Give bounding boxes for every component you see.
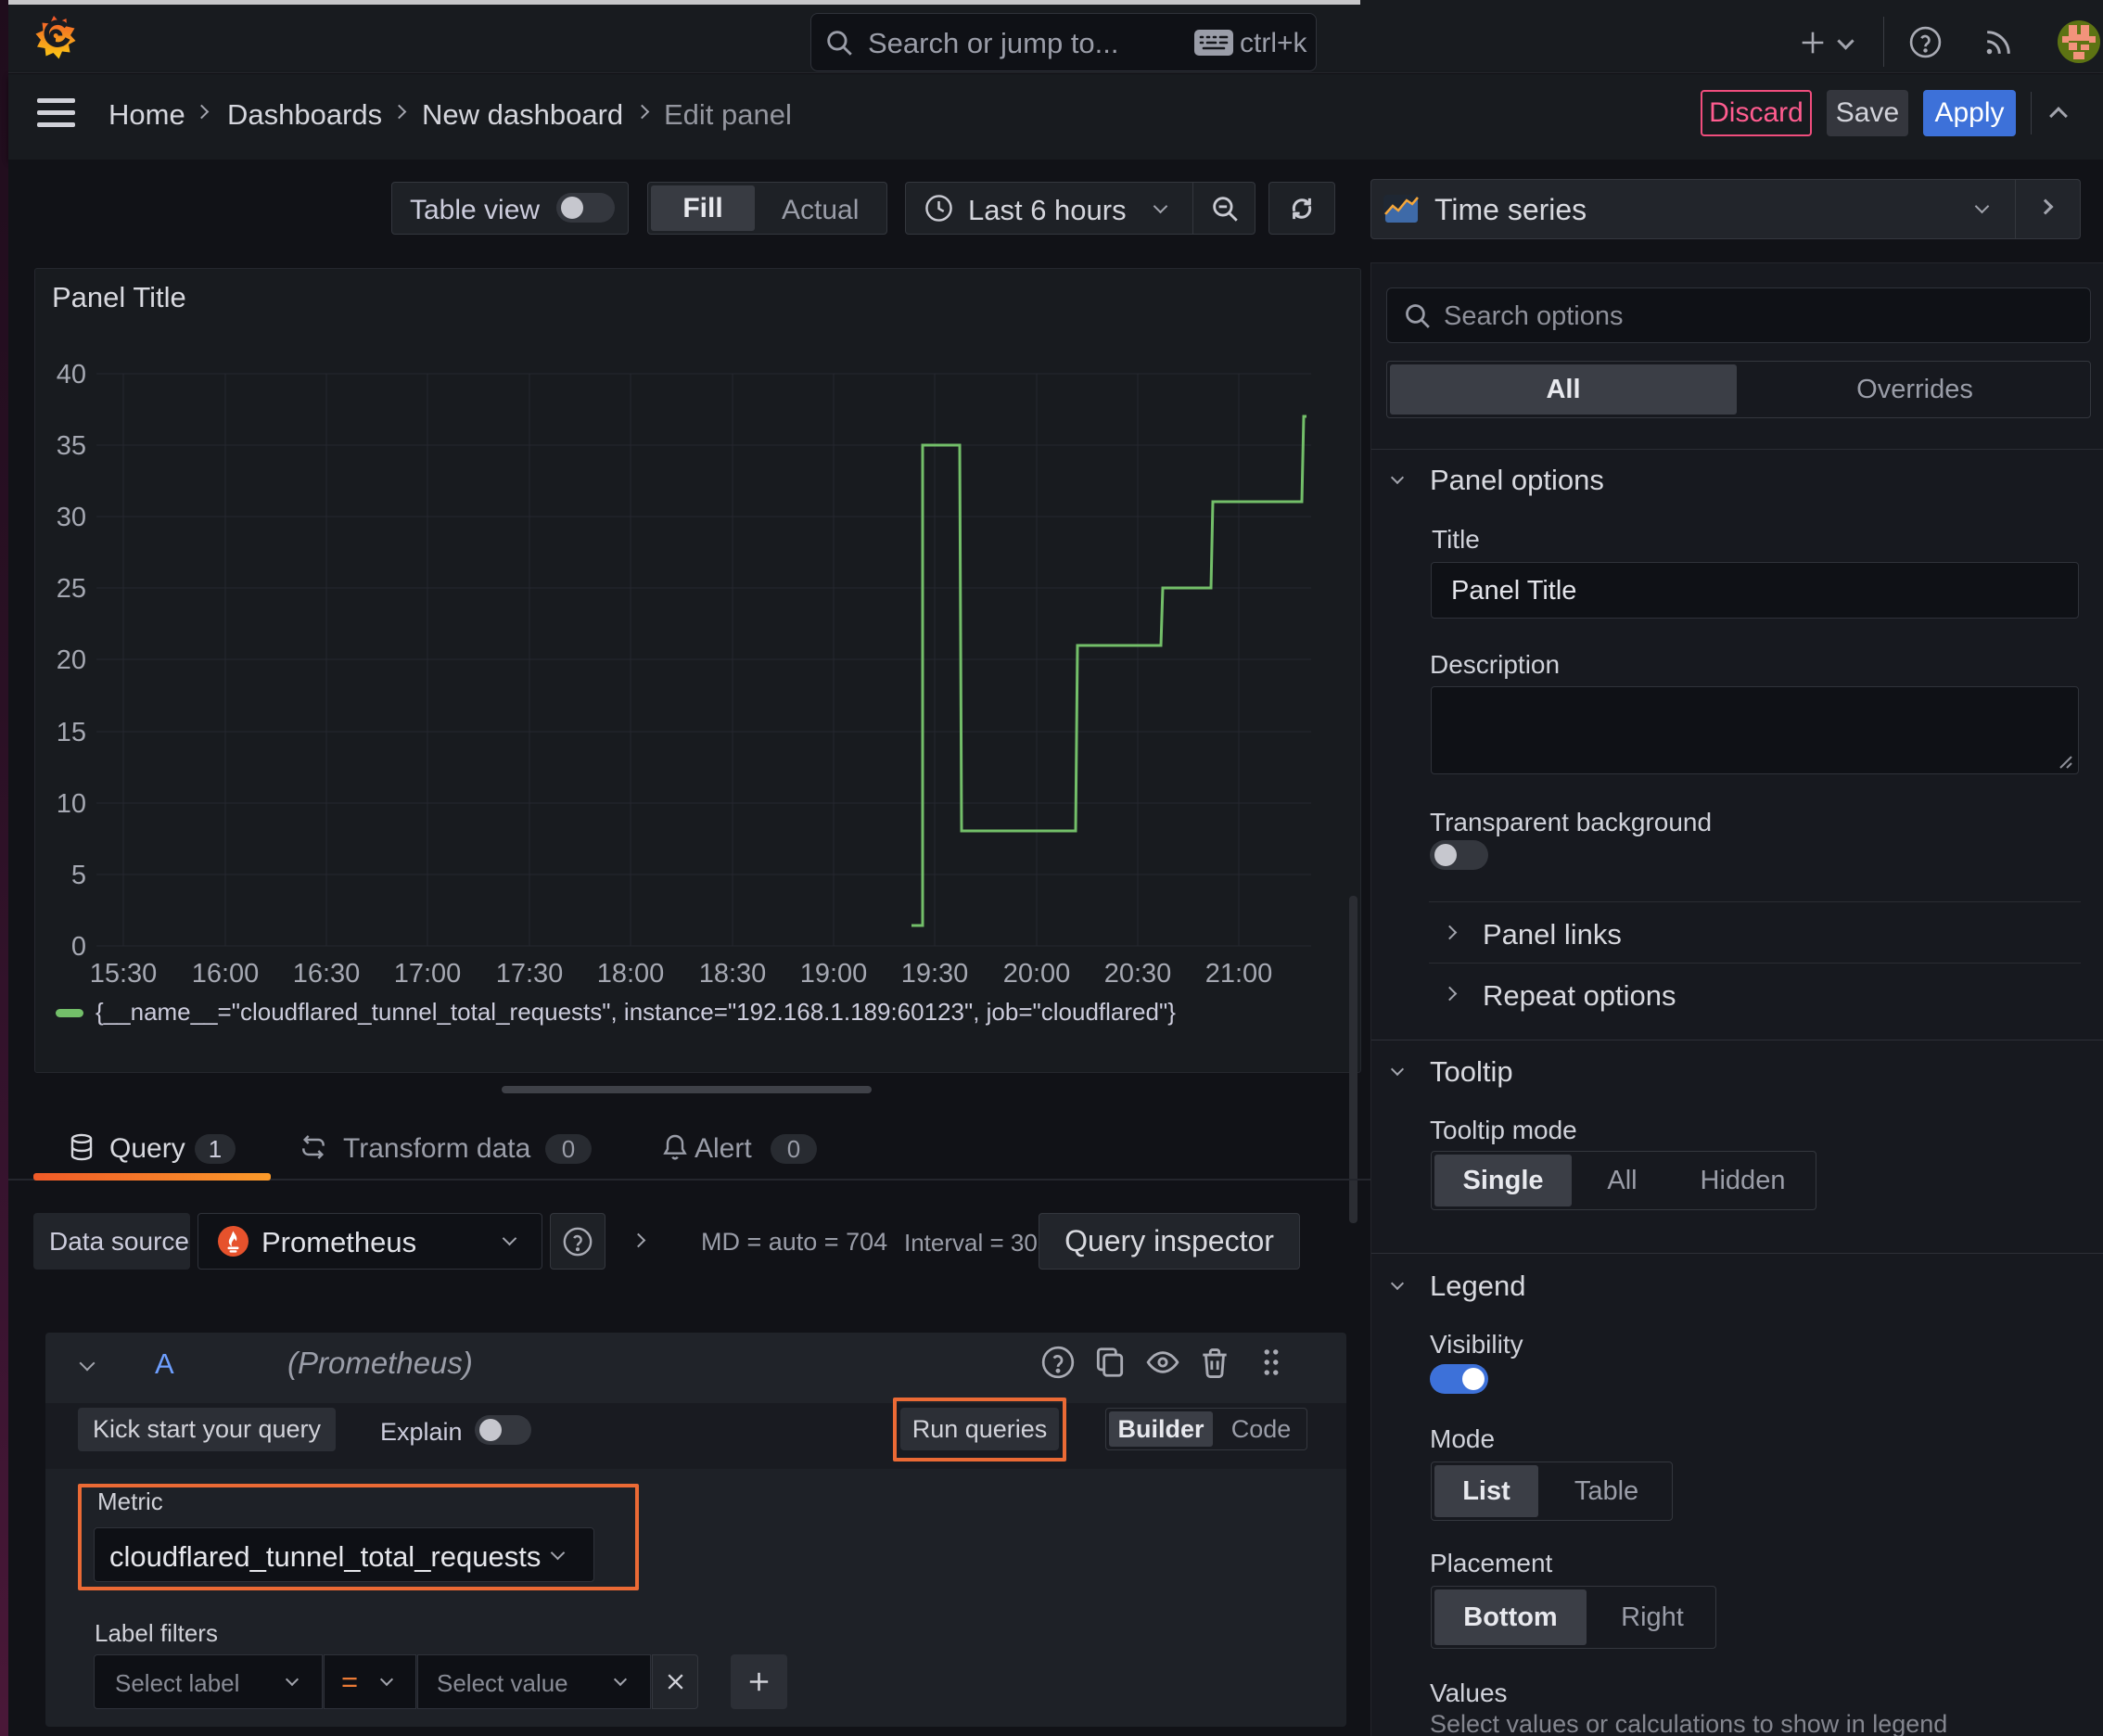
svg-text:0: 0 (71, 932, 86, 962)
svg-text:5: 5 (71, 861, 86, 890)
svg-text:10: 10 (57, 789, 86, 819)
svg-text:35: 35 (57, 431, 86, 461)
svg-text:{__name__="cloudflared_tunnel_: {__name__="cloudflared_tunnel_total_requ… (96, 998, 1176, 1026)
svg-text:20:30: 20:30 (1104, 959, 1172, 989)
svg-text:25: 25 (57, 574, 86, 604)
svg-text:21:00: 21:00 (1205, 959, 1273, 989)
svg-text:16:30: 16:30 (293, 959, 361, 989)
svg-text:19:00: 19:00 (800, 959, 868, 989)
svg-text:18:30: 18:30 (699, 959, 767, 989)
svg-text:15:30: 15:30 (90, 959, 158, 989)
svg-text:16:00: 16:00 (192, 959, 260, 989)
svg-text:15: 15 (57, 718, 86, 747)
svg-text:20: 20 (57, 645, 86, 675)
svg-text:19:30: 19:30 (901, 959, 969, 989)
svg-text:30: 30 (57, 503, 86, 532)
svg-text:40: 40 (57, 360, 86, 389)
svg-text:18:00: 18:00 (597, 959, 665, 989)
svg-text:17:00: 17:00 (394, 959, 462, 989)
svg-text:17:30: 17:30 (496, 959, 564, 989)
svg-text:20:00: 20:00 (1003, 959, 1071, 989)
